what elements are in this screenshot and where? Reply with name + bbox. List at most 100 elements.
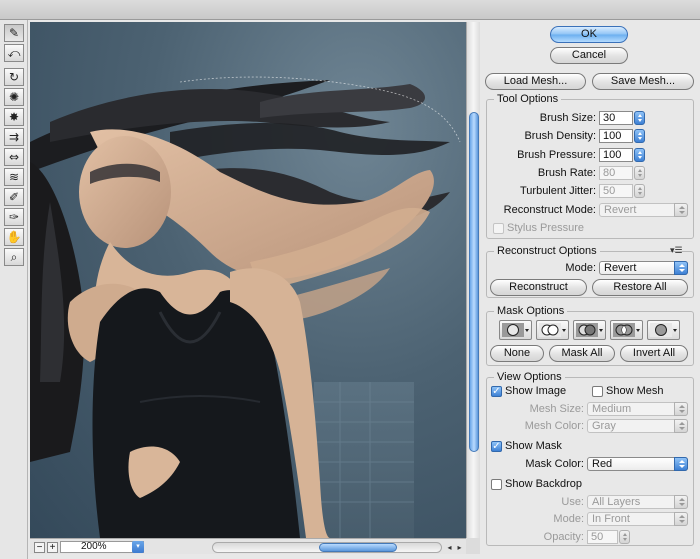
mesh-size-label: Mesh Size: bbox=[529, 403, 584, 415]
panel-menu-icon[interactable]: ▾☰ bbox=[670, 245, 683, 256]
liquified-photo bbox=[30, 76, 461, 538]
backdrop-mode-value: In Front bbox=[592, 513, 630, 525]
preview-canvas[interactable] bbox=[30, 22, 466, 538]
tool-options-title: Tool Options bbox=[494, 93, 562, 105]
mask-none-button[interactable]: None bbox=[490, 345, 544, 362]
backdrop-use-label: Use: bbox=[561, 496, 584, 508]
bloat-icon[interactable]: ✸ bbox=[4, 108, 24, 126]
brush-pressure-label: Brush Pressure: bbox=[517, 149, 596, 161]
mask-intersect-button[interactable] bbox=[610, 320, 643, 340]
status-bar: − + 200% ▾ ◂ ▸ bbox=[30, 538, 466, 554]
restore-all-button[interactable]: Restore All bbox=[592, 279, 688, 296]
vertical-scrollbar[interactable] bbox=[466, 22, 480, 538]
show-backdrop-checkbox[interactable] bbox=[491, 479, 502, 490]
show-mask-checkbox[interactable]: ✓ bbox=[491, 441, 502, 452]
chevron-updown-icon bbox=[674, 261, 688, 275]
twirl-icon[interactable]: ↻ bbox=[4, 68, 24, 86]
mask-invert-button[interactable] bbox=[647, 320, 680, 340]
turbulent-jitter-label: Turbulent Jitter: bbox=[519, 185, 596, 197]
reconstruct-button[interactable]: Reconstruct bbox=[490, 279, 587, 296]
mask-color-value: Red bbox=[592, 458, 613, 470]
mesh-color-value: Gray bbox=[592, 420, 616, 432]
zoom-dropdown-arrow[interactable]: ▾ bbox=[132, 541, 144, 553]
show-backdrop-label: Show Backdrop bbox=[505, 478, 583, 490]
hand-icon[interactable]: ✋ bbox=[4, 228, 24, 246]
backdrop-use-select[interactable]: All Layers bbox=[587, 495, 688, 509]
brush-rate-label: Brush Rate: bbox=[537, 167, 596, 179]
mesh-color-select[interactable]: Gray bbox=[587, 419, 688, 433]
vertical-scroll-thumb[interactable] bbox=[469, 112, 479, 452]
liquify-toolbar: ✎ ⤺ ↻ ✺ ✸ ⇉ ⇔ ≋ ✐ ✑ ✋ ⌕ bbox=[0, 20, 28, 559]
mask-subtract-button[interactable] bbox=[573, 320, 606, 340]
brush-pressure-stepper[interactable] bbox=[634, 148, 645, 162]
reconstruct-options-mode-select[interactable]: Revert bbox=[599, 261, 688, 275]
backdrop-mode-label: Mode: bbox=[553, 513, 584, 525]
view-options-title: View Options bbox=[494, 371, 565, 383]
zoom-out-button[interactable]: − bbox=[34, 542, 45, 553]
mask-color-select[interactable]: Red bbox=[587, 457, 688, 471]
backdrop-opacity-label: Opacity: bbox=[543, 531, 584, 543]
brush-density-label: Brush Density: bbox=[524, 130, 596, 142]
zoom-icon[interactable]: ⌕ bbox=[4, 248, 24, 266]
invert-all-button[interactable]: Invert All bbox=[620, 345, 688, 362]
forward-warp-icon[interactable]: ✎ bbox=[4, 24, 24, 42]
mask-add-button[interactable] bbox=[536, 320, 569, 340]
horizontal-scroll-thumb[interactable] bbox=[319, 543, 397, 552]
chevron-updown-icon bbox=[674, 512, 688, 526]
reconstruct-mode-value: Revert bbox=[604, 204, 637, 216]
brush-pressure-field[interactable]: 100 bbox=[599, 148, 633, 162]
scroll-corner bbox=[466, 538, 480, 554]
show-image-label: Show Image bbox=[505, 385, 567, 397]
mesh-color-label: Mesh Color: bbox=[524, 420, 584, 432]
zoom-level-value: 200% bbox=[81, 541, 107, 552]
scroll-right-arrow[interactable]: ▸ bbox=[454, 542, 465, 553]
reconstruct-icon[interactable]: ⤺ bbox=[4, 44, 24, 62]
brush-density-field[interactable]: 100 bbox=[599, 129, 633, 143]
mask-color-label: Mask Color: bbox=[525, 458, 584, 470]
cancel-button[interactable]: Cancel bbox=[550, 47, 628, 64]
load-mesh-button[interactable]: Load Mesh... bbox=[485, 73, 586, 90]
chevron-updown-icon bbox=[674, 402, 688, 416]
backdrop-use-value: All Layers bbox=[592, 496, 641, 508]
turbulence-icon[interactable]: ≋ bbox=[4, 168, 24, 186]
brush-rate-stepper[interactable] bbox=[634, 166, 645, 180]
stylus-pressure-label: Stylus Pressure bbox=[507, 222, 585, 234]
chevron-updown-icon bbox=[674, 419, 688, 433]
zoom-level-field[interactable]: 200% ▾ bbox=[60, 541, 144, 553]
reconstruct-options-mode-value: Revert bbox=[604, 262, 637, 274]
backdrop-opacity-stepper[interactable] bbox=[619, 530, 630, 544]
reconstruct-mode-label: Reconstruct Mode: bbox=[503, 204, 596, 216]
chevron-updown-icon bbox=[674, 495, 688, 509]
backdrop-opacity-field[interactable]: 50 bbox=[587, 530, 618, 544]
turbulent-jitter-field[interactable]: 50 bbox=[599, 184, 633, 198]
show-mesh-checkbox[interactable] bbox=[592, 386, 603, 397]
turbulent-jitter-stepper[interactable] bbox=[634, 184, 645, 198]
brush-size-stepper[interactable] bbox=[634, 111, 645, 125]
brush-rate-field[interactable]: 80 bbox=[599, 166, 633, 180]
chevron-updown-icon bbox=[674, 457, 688, 471]
dialog-titlebar bbox=[0, 0, 700, 20]
reconstruct-mode-label-2: Mode: bbox=[565, 262, 596, 274]
mask-all-button[interactable]: Mask All bbox=[549, 345, 615, 362]
brush-size-label: Brush Size: bbox=[539, 112, 596, 124]
mask-replace-button[interactable] bbox=[499, 320, 532, 340]
brush-size-field[interactable]: 30 bbox=[599, 111, 633, 125]
mirror-icon[interactable]: ⇔ bbox=[4, 148, 24, 166]
mesh-size-select[interactable]: Medium bbox=[587, 402, 688, 416]
reconstruct-options-title: Reconstruct Options bbox=[494, 245, 600, 257]
pucker-icon[interactable]: ✺ bbox=[4, 88, 24, 106]
zoom-in-button[interactable]: + bbox=[47, 542, 58, 553]
show-image-checkbox[interactable]: ✓ bbox=[491, 386, 502, 397]
show-mask-label: Show Mask bbox=[505, 440, 562, 452]
thaw-mask-icon[interactable]: ✑ bbox=[4, 208, 24, 226]
freeze-mask-icon[interactable]: ✐ bbox=[4, 188, 24, 206]
horizontal-scrollbar[interactable] bbox=[212, 542, 442, 553]
backdrop-mode-select[interactable]: In Front bbox=[587, 512, 688, 526]
mesh-size-value: Medium bbox=[592, 403, 632, 415]
brush-density-stepper[interactable] bbox=[634, 129, 645, 143]
stylus-pressure-checkbox[interactable] bbox=[493, 223, 504, 234]
save-mesh-button[interactable]: Save Mesh... bbox=[592, 73, 694, 90]
ok-button[interactable]: OK bbox=[550, 26, 628, 43]
reconstruct-mode-select[interactable]: Revert bbox=[599, 203, 688, 217]
push-left-icon[interactable]: ⇉ bbox=[4, 128, 24, 146]
